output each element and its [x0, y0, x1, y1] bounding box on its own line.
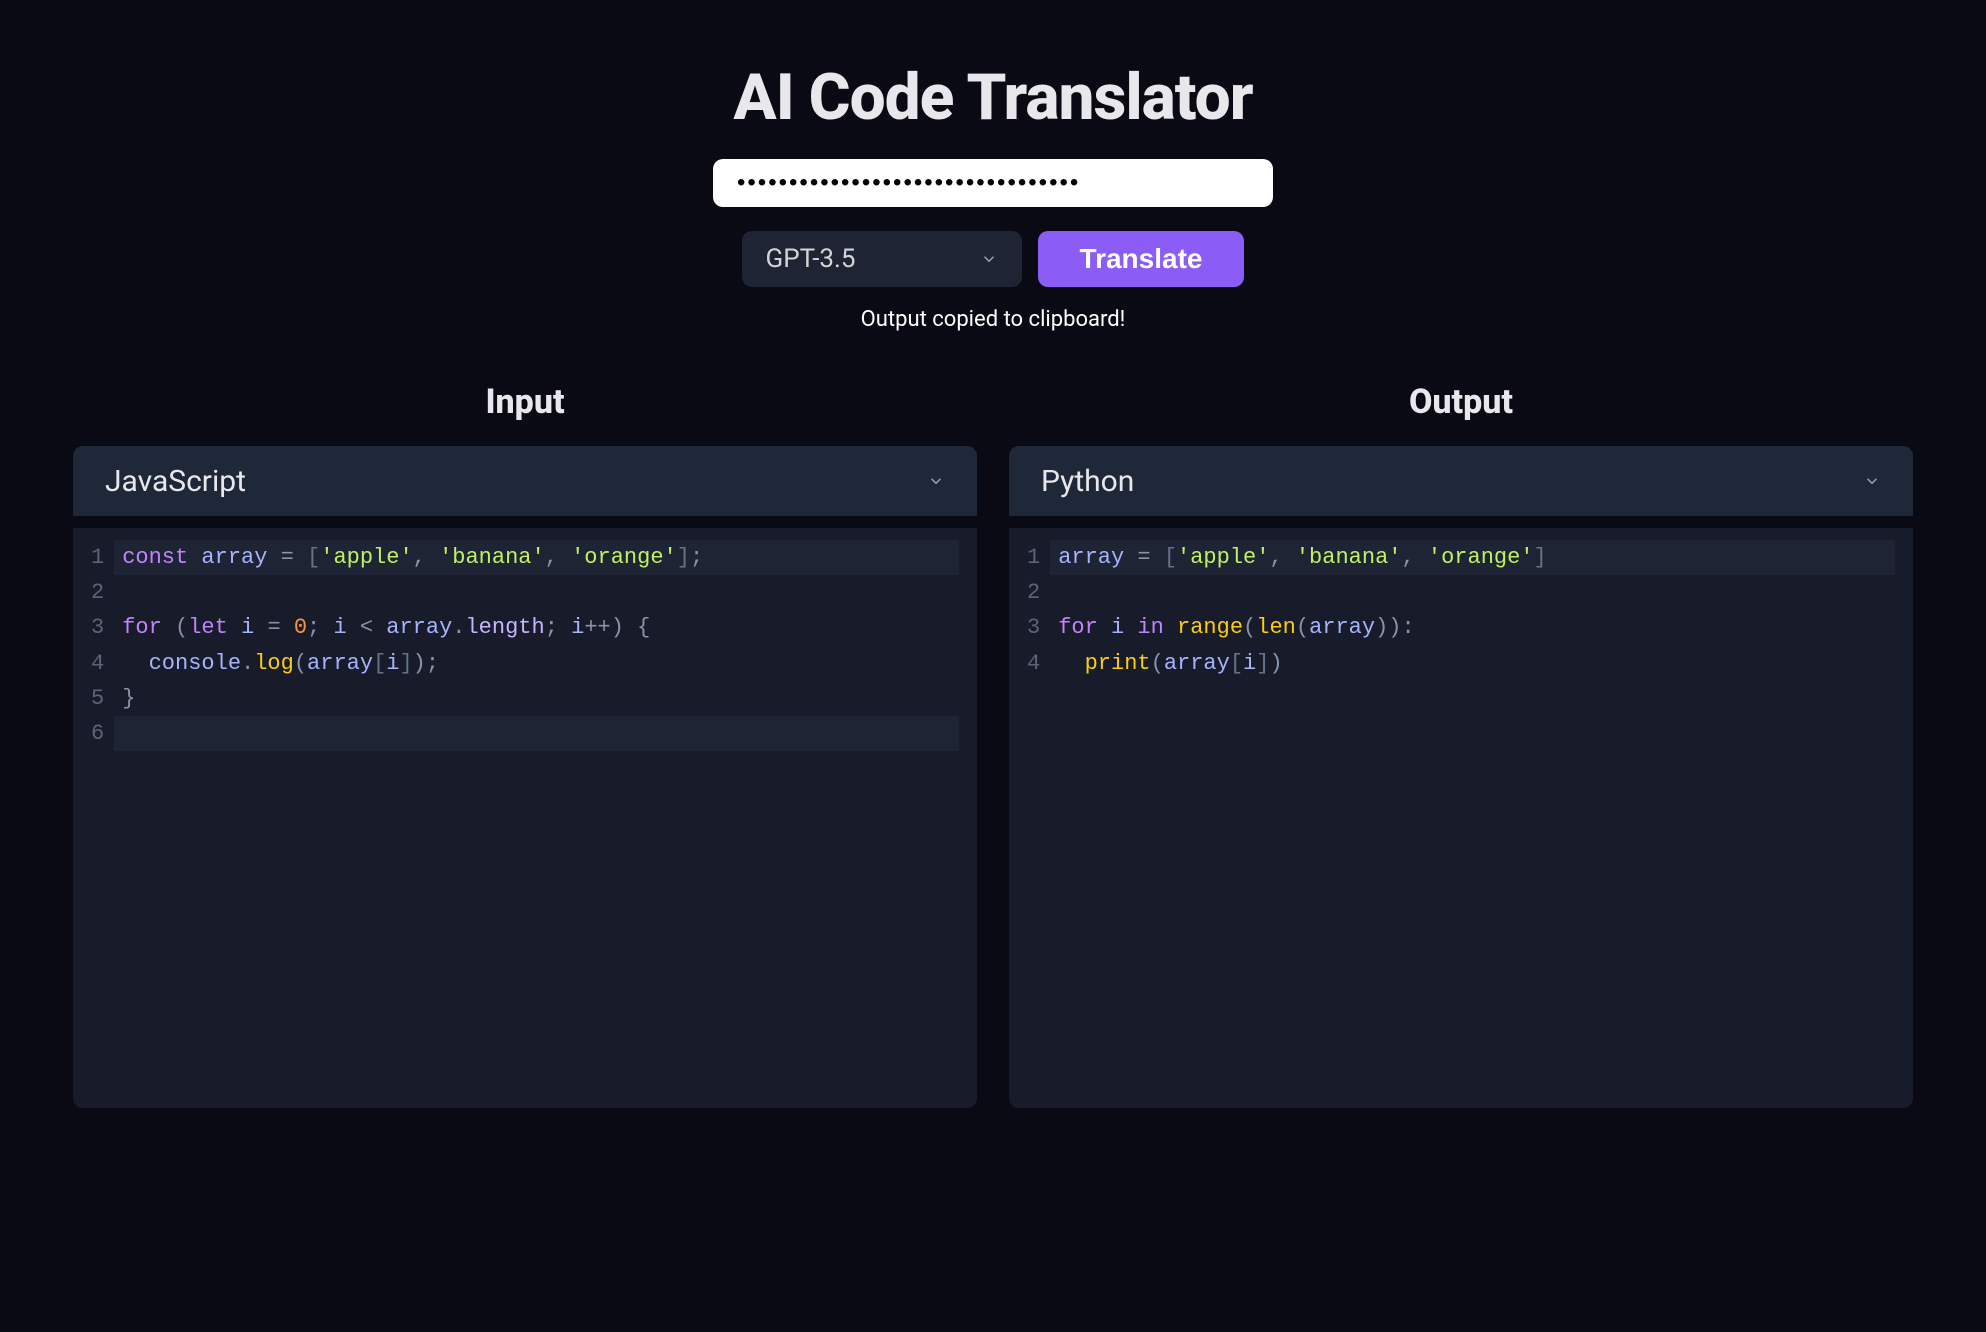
input-panel: Input JavaScript 1 2 3 4 5 6 const array…	[73, 382, 977, 1108]
input-panel-title: Input	[73, 382, 977, 422]
api-key-input[interactable]	[713, 159, 1273, 207]
input-code-editor[interactable]: 1 2 3 4 5 6 const array = ['apple', 'ban…	[73, 528, 977, 1108]
output-code-editor[interactable]: 1 2 3 4 array = ['apple', 'banana', 'ora…	[1009, 528, 1913, 1108]
model-select-value: GPT-3.5	[766, 244, 980, 274]
output-language-value: Python	[1041, 464, 1863, 499]
output-panel: Output Python 1 2 3 4 array = ['apple', …	[1009, 382, 1913, 1108]
status-message: Output copied to clipboard!	[861, 307, 1126, 332]
chevron-down-icon	[927, 472, 945, 490]
input-code-content: const array = ['apple', 'banana', 'orang…	[122, 540, 977, 1108]
chevron-down-icon	[980, 250, 998, 268]
input-language-select[interactable]: JavaScript	[73, 446, 977, 516]
input-line-numbers: 1 2 3 4 5 6	[73, 540, 122, 1108]
output-language-select[interactable]: Python	[1009, 446, 1913, 516]
translate-button[interactable]: Translate	[1038, 231, 1245, 287]
model-select[interactable]: GPT-3.5	[742, 231, 1022, 287]
input-language-value: JavaScript	[105, 464, 927, 499]
output-panel-title: Output	[1009, 382, 1913, 422]
page-title: AI Code Translator	[733, 60, 1252, 135]
output-code-content: array = ['apple', 'banana', 'orange'] fo…	[1058, 540, 1913, 1108]
output-line-numbers: 1 2 3 4	[1009, 540, 1058, 1108]
chevron-down-icon	[1863, 472, 1881, 490]
